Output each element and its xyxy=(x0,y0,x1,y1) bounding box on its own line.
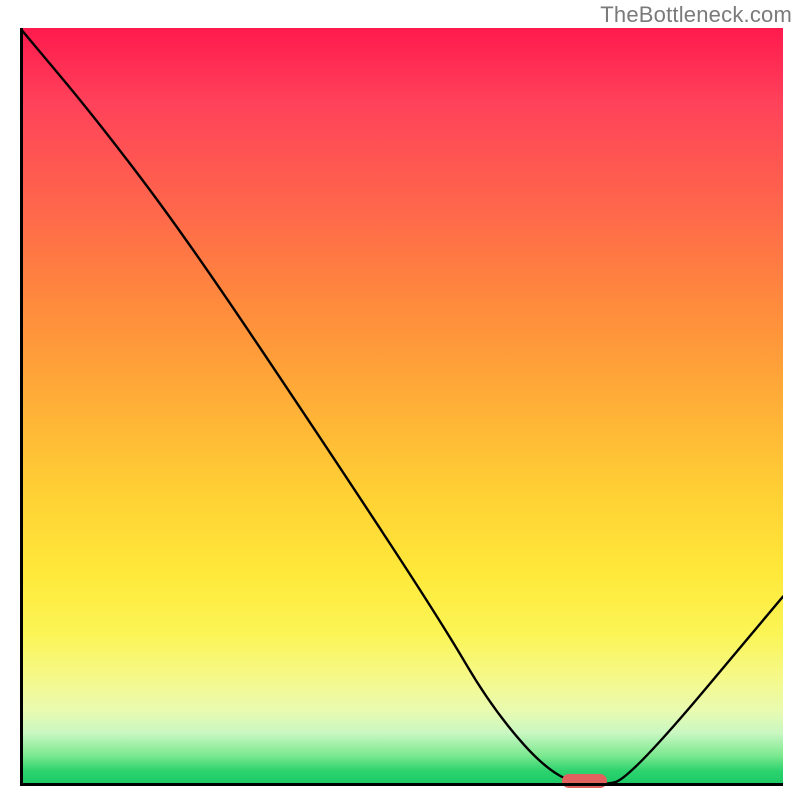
optimal-marker xyxy=(562,774,608,788)
gradient-background xyxy=(20,28,783,786)
chart-container: TheBottleneck.com xyxy=(0,0,800,800)
watermark-text: TheBottleneck.com xyxy=(600,2,792,28)
